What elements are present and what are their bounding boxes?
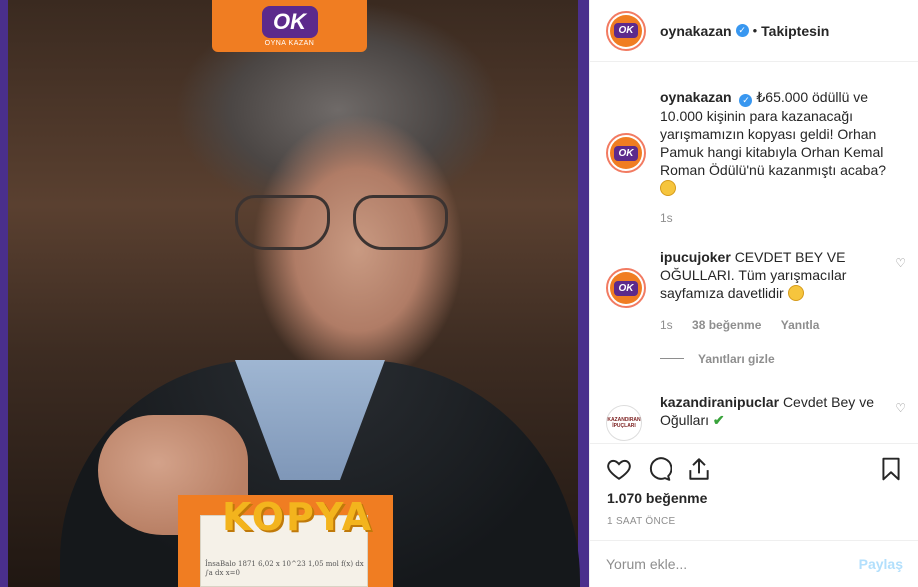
comment-like-heart-icon[interactable]: ♡ [895,401,906,415]
post-image[interactable]: OK OYNA KAZAN KOPYA İnsaBalo 1871 6,02 x… [0,0,589,587]
header-username[interactable]: oynakazan [660,23,732,39]
replies-line [660,358,684,359]
logo-subtitle: OYNA KAZAN [264,39,315,47]
thinking-emoji-icon [660,180,676,196]
verified-badge-icon: ✓ [735,24,749,37]
comment-text: kazandiranipuclar Cevdet Bey ve Oğulları… [660,393,892,429]
comment-likes[interactable]: 38 beğenme [692,318,761,332]
comments-list[interactable]: OK oynakazan ✓ ₺65.000 ödüllü ve 10.000 … [590,63,918,443]
avatar[interactable]: OK [606,268,646,308]
follow-state-button[interactable]: Takiptesin [761,23,829,39]
comment-like-heart-icon[interactable]: ♡ [895,256,906,270]
comment-username[interactable]: ipucujoker [660,249,731,265]
action-buttons [606,456,906,484]
verified-badge-icon: ✓ [739,94,753,107]
add-comment-bar: Paylaş [590,540,918,587]
kazandiran-avatar-logo: KAZANDIRAN İPUÇLARI [606,405,642,441]
glasses-shape [235,195,455,255]
avatar[interactable]: OK [606,133,646,173]
post-comment-button[interactable]: Paylaş [859,556,903,572]
comment-icon[interactable] [646,456,672,482]
kopya-title: KOPYA [222,495,374,539]
avatar[interactable]: OK [606,10,646,51]
hide-replies-button[interactable]: Yanıtları gizle [660,352,775,366]
post-header: OK oynakazan ✓ • Takiptesin [590,0,918,62]
heart-icon[interactable] [606,456,632,482]
comment-meta: 1s 38 beğenme Yanıtla [660,318,835,332]
ok-logo-mark: OK [261,5,318,38]
ok-avatar-logo: OK [614,23,638,38]
smile-emoji-icon [787,285,804,301]
post-panel: OK oynakazan ✓ • Takiptesin OK oynakazan… [589,0,918,587]
share-icon[interactable] [686,456,712,482]
likes-count[interactable]: 1.070 beğenme [607,490,707,506]
separator-dot: • [752,23,758,38]
caption-text: oynakazan ✓ ₺65.000 ödüllü ve 10.000 kiş… [660,88,892,197]
comment-username[interactable]: kazandiranipuclar [660,394,779,410]
ok-avatar-logo: OK [614,280,638,296]
brand-logo: OK OYNA KAZAN [212,0,367,52]
avatar[interactable]: KAZANDIRAN İPUÇLARI [606,405,642,441]
comment-time[interactable]: 1s [660,318,673,332]
ok-avatar-logo: OK [614,145,638,161]
post-timestamp[interactable]: 1 SAAT ÖNCE [607,516,676,527]
caption-time[interactable]: 1s [660,211,673,225]
checkmark-emoji-icon: ✔ [712,412,725,428]
hide-replies-label: Yanıtları gizle [698,352,775,366]
comment-input[interactable] [606,556,859,572]
bookmark-icon[interactable] [878,456,904,482]
caption-username[interactable]: oynakazan [660,89,732,105]
reply-button[interactable]: Yanıtla [781,318,820,332]
actions-section: 1.070 beğenme 1 SAAT ÖNCE [590,443,918,539]
comment-text: ipucujoker CEVDET BEY VE OĞULLARI. Tüm y… [660,248,892,302]
kopya-notes: İnsaBalo 1871 6,02 x 10^23 1,05 mol f(x)… [205,560,364,577]
caption-meta: 1s [660,211,689,225]
